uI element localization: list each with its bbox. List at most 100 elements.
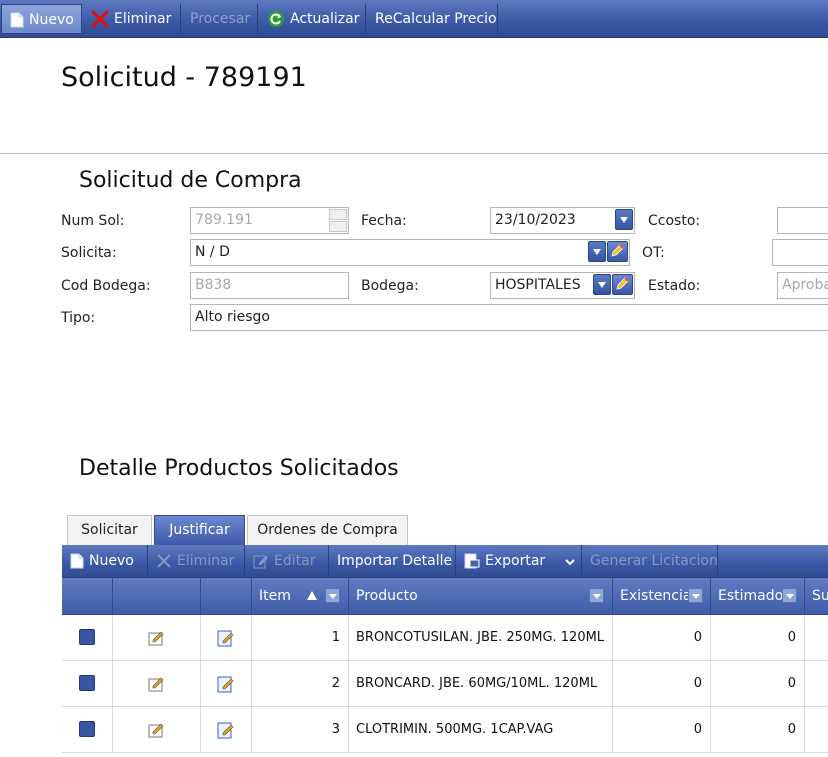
row-su [805, 707, 828, 752]
row-estimado: 0 [711, 661, 805, 706]
tipo-field[interactable]: Alto riesgo [190, 304, 828, 331]
cod-bodega-field[interactable]: B838 [190, 272, 349, 299]
tab-solicitar[interactable]: Solicitar [67, 515, 152, 546]
ot-label: OT: [642, 245, 665, 261]
section-title-solicitud: Solicitud de Compra [79, 168, 302, 193]
estimado-column-menu-icon[interactable] [782, 588, 797, 603]
main-toolbar: Nuevo Eliminar Procesar Actualizar ReCal… [0, 0, 828, 38]
row-existencia: 0 [613, 661, 711, 706]
row-select-cell[interactable] [62, 707, 113, 752]
solicita-label: Solicita: [61, 245, 117, 261]
table-row[interactable]: 2 BRONCARD. JBE. 60MG/10ML. 120ML 0 0 [62, 661, 828, 707]
chevron-down-icon[interactable] [565, 559, 575, 566]
header-estimado-label: Estimado [718, 588, 784, 604]
edit-form-icon[interactable] [217, 721, 235, 739]
tipo-label: Tipo: [61, 310, 96, 326]
edit-row-icon[interactable] [148, 675, 166, 693]
spin-up-icon[interactable] [329, 209, 347, 220]
eliminar-button[interactable]: Eliminar [83, 4, 181, 34]
header-existencia-label: Existencia [620, 588, 692, 604]
header-item[interactable]: Item [252, 578, 349, 615]
grid-nuevo-button[interactable]: Nuevo [62, 545, 148, 578]
num-sol-field[interactable]: 789.191 [190, 207, 349, 234]
row-item: 3 [252, 707, 349, 752]
edit-form-icon[interactable] [217, 675, 235, 693]
table-row[interactable]: 1 BRONCOTUSILAN. JBE. 250MG. 120ML 0 0 [62, 615, 828, 661]
grid-toolbar: Nuevo Eliminar Editar Importar Detalle E… [62, 545, 828, 578]
header-item-label: Item [259, 588, 291, 604]
actualizar-button[interactable]: Actualizar [259, 4, 366, 34]
document-icon [70, 553, 84, 569]
divider [0, 153, 828, 154]
item-column-menu-icon[interactable] [325, 588, 340, 603]
fecha-value: 23/10/2023 [495, 212, 576, 228]
bodega-field[interactable]: HOSPITALES [490, 272, 635, 299]
sort-asc-icon [307, 591, 317, 600]
refresh-icon [268, 11, 284, 27]
generar-licitacion-button[interactable]: Generar Licitacion [582, 545, 718, 578]
ccosto-label: Ccosto: [648, 213, 701, 229]
row-edit-cell[interactable] [113, 615, 201, 660]
edit-row-icon[interactable] [148, 721, 166, 739]
grid-editar-button[interactable]: Editar [245, 545, 329, 578]
header-edit [113, 578, 201, 615]
cod-bodega-label: Cod Bodega: [61, 278, 151, 294]
recalcular-precio-button[interactable]: ReCalcular Precio [367, 4, 498, 34]
edit-row-icon[interactable] [148, 629, 166, 647]
row-item: 1 [252, 615, 349, 660]
exportar-button[interactable]: Exportar [456, 545, 582, 578]
row-edit-cell[interactable] [113, 661, 201, 706]
ot-field[interactable] [772, 239, 828, 266]
grid-eliminar-button[interactable]: Eliminar [148, 545, 245, 578]
row-form-cell[interactable] [201, 707, 252, 752]
bodega-dropdown-arrow-icon[interactable] [593, 274, 611, 295]
row-checkbox-icon[interactable] [79, 629, 95, 645]
solicita-field[interactable]: N / D [190, 239, 630, 266]
nuevo-label: Nuevo [29, 12, 74, 28]
header-producto[interactable]: Producto [349, 578, 613, 615]
header-estimado[interactable]: Estimado [711, 578, 805, 615]
spin-down-icon[interactable] [329, 221, 347, 232]
row-estimado: 0 [711, 615, 805, 660]
page-title: Solicitud - 789191 [61, 62, 307, 93]
num-sol-spinner[interactable] [329, 209, 347, 232]
fecha-dropdown-arrow-icon[interactable] [615, 209, 633, 230]
importar-label: Importar Detalle [337, 553, 453, 569]
grid-editar-label: Editar [274, 553, 316, 569]
nuevo-button[interactable]: Nuevo [1, 4, 82, 34]
row-select-cell[interactable] [62, 615, 113, 660]
fecha-label: Fecha: [361, 213, 407, 229]
row-checkbox-icon[interactable] [79, 721, 95, 737]
row-form-cell[interactable] [201, 661, 252, 706]
edit-pencil-icon [253, 555, 268, 569]
edit-form-icon[interactable] [217, 629, 235, 647]
delete-x-icon [91, 10, 109, 28]
solicita-edit-pencil-icon[interactable] [607, 241, 628, 262]
header-producto-label: Producto [356, 588, 418, 604]
row-su [805, 615, 828, 660]
procesar-button[interactable]: Procesar [182, 4, 258, 34]
estado-field[interactable]: Aprobad [777, 272, 828, 299]
row-form-cell[interactable] [201, 615, 252, 660]
row-select-cell[interactable] [62, 661, 113, 706]
header-su[interactable]: Su [805, 578, 828, 615]
bodega-edit-pencil-icon[interactable] [612, 274, 633, 295]
importar-detalle-button[interactable]: Importar Detalle [329, 545, 456, 578]
row-edit-cell[interactable] [113, 707, 201, 752]
table-row[interactable]: 3 CLOTRIMIN. 500MG. 1CAP.VAG 0 0 [62, 707, 828, 753]
export-icon [464, 553, 480, 569]
tab-justificar[interactable]: Justificar [154, 515, 245, 546]
header-select[interactable] [62, 578, 113, 615]
grid-header: Item Producto Existencia Estimado Su [62, 578, 828, 615]
solicita-dropdown-arrow-icon[interactable] [588, 241, 606, 262]
fecha-field[interactable]: 23/10/2023 [490, 207, 635, 234]
tab-ordenes-de-compra[interactable]: Ordenes de Compra [247, 515, 408, 546]
row-checkbox-icon[interactable] [79, 675, 95, 691]
bodega-value: HOSPITALES [495, 277, 581, 293]
existencia-column-menu-icon[interactable] [688, 588, 703, 603]
grid-eliminar-label: Eliminar [177, 553, 235, 569]
header-existencia[interactable]: Existencia [613, 578, 711, 615]
row-producto: CLOTRIMIN. 500MG. 1CAP.VAG [349, 707, 613, 752]
ccosto-field[interactable] [777, 207, 828, 234]
producto-column-menu-icon[interactable] [589, 588, 604, 603]
